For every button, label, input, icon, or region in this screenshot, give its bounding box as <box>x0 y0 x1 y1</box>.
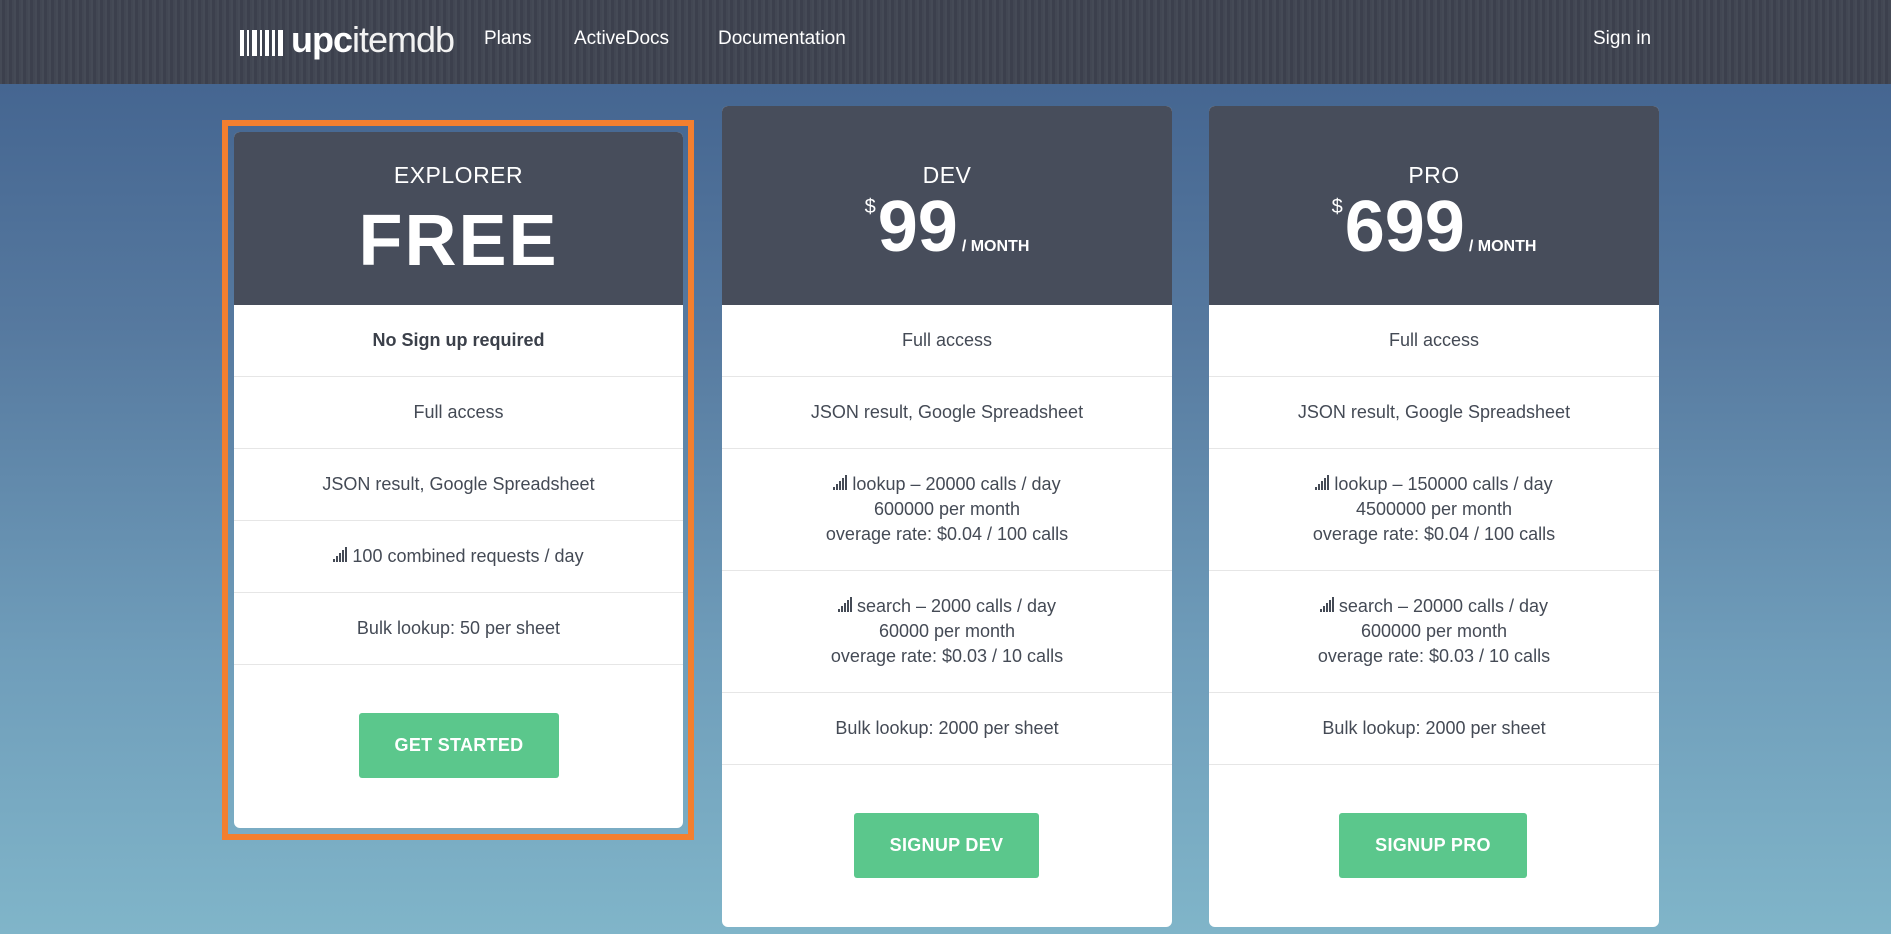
site-logo[interactable]: upcitemdb <box>240 18 455 62</box>
feature-bulk: Bulk lookup: 2000 per sheet <box>722 693 1172 765</box>
plan-card-explorer: EXPLORER FREE No Sign up required Full a… <box>234 132 683 828</box>
plan-card-dev: DEV $99/ MONTH Full access JSON result, … <box>722 106 1172 927</box>
feature-lookup: lookup – 150000 calls / day 4500000 per … <box>1209 449 1659 571</box>
feature-json: JSON result, Google Spreadsheet <box>722 377 1172 449</box>
search-month: 600000 per month <box>1360 621 1508 641</box>
nav-documentation[interactable]: Documentation <box>718 28 846 50</box>
feature-full-access: Full access <box>722 305 1172 377</box>
price-currency: $ <box>864 196 876 218</box>
logo-text: upcitemdb <box>291 19 455 60</box>
nav-plans[interactable]: Plans <box>484 28 532 50</box>
signal-bars-icon <box>1319 594 1335 619</box>
nav-activedocs[interactable]: ActiveDocs <box>574 28 669 50</box>
search-calls: search – 20000 calls / day <box>1338 596 1549 616</box>
search-overage: overage rate: $0.03 / 10 calls <box>1317 646 1551 666</box>
lookup-overage: overage rate: $0.04 / 100 calls <box>825 524 1069 544</box>
feature-requests: 100 combined requests / day <box>234 521 683 593</box>
plan-card-pro: PRO $699/ MONTH Full access JSON result,… <box>1209 106 1659 927</box>
plan-name: DEV <box>922 162 972 188</box>
price-period: / MONTH <box>961 238 1030 255</box>
plan-header-explorer: EXPLORER FREE <box>234 132 683 305</box>
plan-price: FREE <box>358 201 559 281</box>
plan-header-dev: DEV $99/ MONTH <box>722 106 1172 305</box>
feature-lookup: lookup – 20000 calls / day 600000 per mo… <box>722 449 1172 571</box>
signup-dev-button[interactable]: SIGNUP DEV <box>854 813 1039 878</box>
feature-full-access: Full access <box>1209 305 1659 377</box>
lookup-month: 600000 per month <box>873 499 1021 519</box>
sign-in-link[interactable]: Sign in <box>1593 28 1651 50</box>
signup-pro-button[interactable]: SIGNUP PRO <box>1339 813 1527 878</box>
plan-header-pro: PRO $699/ MONTH <box>1209 106 1659 305</box>
plan-price: $99/ MONTH <box>722 186 1172 268</box>
top-navbar: upcitemdb Plans ActiveDocs Documentation… <box>0 0 1891 84</box>
search-calls: search – 2000 calls / day <box>856 596 1057 616</box>
signal-bars-icon <box>837 594 853 619</box>
search-month: 60000 per month <box>878 621 1016 641</box>
price-period: / MONTH <box>1468 238 1537 255</box>
feature-no-signup: No Sign up required <box>234 305 683 377</box>
feature-bulk: Bulk lookup: 2000 per sheet <box>1209 693 1659 765</box>
signal-bars-icon <box>833 472 848 497</box>
feature-bulk: Bulk lookup: 50 per sheet <box>234 593 683 665</box>
signal-bars-icon <box>333 544 348 569</box>
lookup-overage: overage rate: $0.04 / 100 calls <box>1312 524 1556 544</box>
barcode-logo-icon <box>240 24 286 56</box>
plan-price: $699/ MONTH <box>1209 186 1659 268</box>
feature-search: search – 2000 calls / day 60000 per mont… <box>722 571 1172 693</box>
feature-search: search – 20000 calls / day 600000 per mo… <box>1209 571 1659 693</box>
search-overage: overage rate: $0.03 / 10 calls <box>830 646 1064 666</box>
lookup-calls: lookup – 20000 calls / day <box>852 474 1061 494</box>
feature-full-access: Full access <box>234 377 683 449</box>
plan-name: PRO <box>1408 162 1460 188</box>
lookup-calls: lookup – 150000 calls / day <box>1334 474 1553 494</box>
plan-name: EXPLORER <box>393 162 524 188</box>
feature-requests-label: 100 combined requests / day <box>352 546 584 566</box>
signal-bars-icon <box>1315 472 1330 497</box>
feature-json: JSON result, Google Spreadsheet <box>234 449 683 521</box>
price-amount: 99 <box>877 187 958 267</box>
feature-json: JSON result, Google Spreadsheet <box>1209 377 1659 449</box>
price-amount: 699 <box>1344 187 1465 267</box>
get-started-button[interactable]: GET STARTED <box>359 713 559 778</box>
price-currency: $ <box>1331 196 1343 218</box>
lookup-month: 4500000 per month <box>1355 499 1513 519</box>
